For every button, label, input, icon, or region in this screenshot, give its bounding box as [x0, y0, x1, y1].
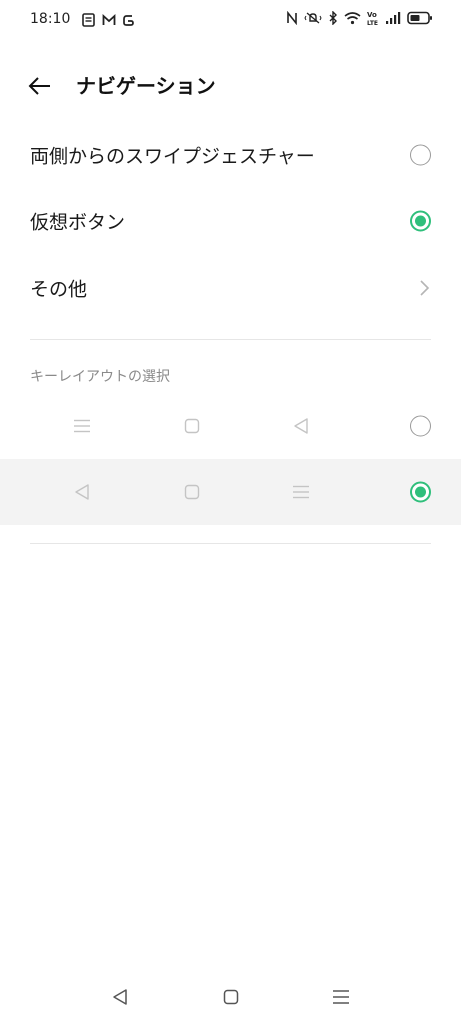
- section-title-key-layout: キーレイアウトの選択: [30, 369, 170, 385]
- menu-icon: [72, 416, 92, 436]
- notes-icon: [82, 12, 95, 27]
- nfc-icon: [286, 10, 298, 26]
- divider: [30, 543, 431, 544]
- nav-back-button[interactable]: [109, 986, 131, 1008]
- option-other[interactable]: その他: [0, 255, 461, 321]
- svg-text:Vo: Vo: [367, 11, 377, 19]
- svg-text:LTE: LTE: [367, 20, 378, 26]
- menu-icon: [291, 482, 311, 502]
- radio-unselected[interactable]: [410, 144, 431, 166]
- key-layout-option-1[interactable]: [0, 393, 461, 459]
- gmail-icon: [102, 12, 116, 26]
- back-triangle-icon: [113, 989, 127, 1005]
- option-swipe-gestures[interactable]: 両側からのスワイプジェスチャー: [0, 122, 461, 188]
- divider: [30, 339, 431, 340]
- back-arrow-icon: [28, 77, 50, 95]
- option-virtual-buttons[interactable]: 仮想ボタン: [0, 188, 461, 254]
- home-square-icon: [182, 416, 202, 436]
- home-square-icon: [182, 482, 202, 502]
- radio-unselected[interactable]: [410, 415, 431, 437]
- back-triangle-icon: [72, 482, 92, 502]
- wifi-icon: [344, 10, 361, 26]
- vibrate-mute-icon: [304, 10, 322, 26]
- signal-icon: [385, 10, 401, 26]
- nav-menu-button[interactable]: [330, 986, 352, 1008]
- radio-selected[interactable]: [410, 210, 431, 232]
- option-label: その他: [30, 278, 88, 301]
- battery-icon: [407, 10, 433, 26]
- option-label: 仮想ボタン: [30, 211, 126, 234]
- nav-home-button[interactable]: [220, 986, 242, 1008]
- chevron-right-icon: [417, 278, 431, 298]
- app-icon: [122, 12, 135, 26]
- menu-icon: [333, 990, 349, 1004]
- option-label: 両側からのスワイプジェスチャー: [30, 145, 315, 168]
- status-bar: 18:10 Vo LTE: [0, 0, 461, 40]
- page-title: ナビゲーション: [76, 74, 216, 98]
- system-status-icons: Vo LTE: [286, 10, 433, 26]
- notification-icons: [82, 12, 135, 27]
- bluetooth-icon: [328, 10, 338, 26]
- home-square-icon: [223, 989, 239, 1005]
- header: ナビゲーション: [0, 60, 461, 112]
- volte-icon: Vo LTE: [367, 10, 379, 26]
- key-layout-option-2[interactable]: [0, 459, 461, 525]
- navigation-bar: [0, 970, 461, 1024]
- status-time: 18:10: [30, 11, 71, 27]
- back-button[interactable]: [24, 72, 56, 100]
- radio-selected[interactable]: [410, 481, 431, 503]
- back-triangle-icon: [291, 416, 311, 436]
